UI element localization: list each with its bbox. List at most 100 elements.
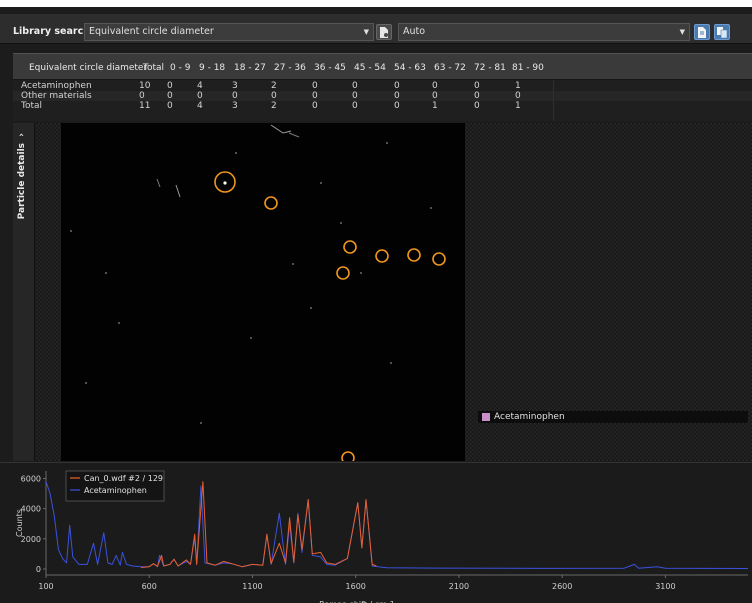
column-header[interactable]: 72 - 81 bbox=[474, 63, 506, 73]
results-table: Equivalent circle diameter Total 0 - 9 9… bbox=[13, 53, 752, 121]
cell: 1 bbox=[515, 101, 521, 111]
export-button[interactable] bbox=[694, 24, 710, 40]
metric-select[interactable]: Equivalent circle diameter ▼ bbox=[84, 23, 374, 41]
cell: 0 bbox=[271, 91, 277, 101]
column-header[interactable]: 45 - 54 bbox=[354, 63, 386, 73]
cell: 2 bbox=[271, 101, 277, 111]
legend-swatch bbox=[482, 413, 490, 421]
column-header[interactable]: 27 - 36 bbox=[274, 63, 306, 73]
particle-marker bbox=[375, 249, 389, 263]
document-settings-icon bbox=[380, 26, 388, 38]
column-header[interactable]: 9 - 18 bbox=[199, 63, 225, 73]
cell: 0 bbox=[139, 91, 145, 101]
chevron-right-icon: › bbox=[17, 133, 27, 140]
x-tick-label: 2600 bbox=[552, 582, 572, 591]
cell: 0 bbox=[312, 81, 318, 91]
column-header[interactable]: 81 - 90 bbox=[512, 63, 544, 73]
column-header[interactable]: Equivalent circle diameter bbox=[29, 63, 147, 73]
copy-button[interactable] bbox=[714, 24, 730, 40]
legend-item[interactable]: Acetaminophen bbox=[478, 411, 748, 423]
table-row[interactable]: Other materials 0 0 0 0 0 0 0 0 0 0 0 bbox=[13, 91, 752, 101]
cell: 10 bbox=[139, 81, 151, 91]
cell: 0 bbox=[394, 101, 400, 111]
export-document-icon bbox=[698, 26, 706, 38]
cell: 0 bbox=[312, 101, 318, 111]
column-header[interactable]: 63 - 72 bbox=[434, 63, 466, 73]
particle-details-toggle: Particle details › bbox=[17, 133, 27, 219]
column-header[interactable]: Total bbox=[143, 63, 164, 73]
cell: 0 bbox=[515, 91, 521, 101]
cell: 0 bbox=[167, 81, 173, 91]
toolbar: Library search Equivalent circle diamete… bbox=[0, 14, 752, 44]
particle-details-label: Particle details bbox=[17, 142, 27, 220]
cell: 4 bbox=[197, 101, 203, 111]
metric-select-value: Equivalent circle diameter bbox=[89, 26, 214, 37]
cell: 11 bbox=[139, 101, 151, 111]
x-tick-label: 100 bbox=[38, 582, 53, 591]
chevron-down-icon: ▼ bbox=[679, 28, 685, 36]
row-label: Total bbox=[21, 101, 43, 111]
cell: 0 bbox=[167, 101, 173, 111]
particle-details-panel[interactable]: Particle details › bbox=[13, 123, 35, 461]
particle-marker bbox=[432, 252, 446, 266]
series-line bbox=[140, 481, 377, 568]
row-label: Acetaminophen bbox=[21, 81, 92, 91]
table-header: Equivalent circle diameter Total 0 - 9 9… bbox=[13, 53, 752, 80]
table-row[interactable]: Total 11 0 4 3 2 0 0 0 1 0 1 bbox=[13, 101, 752, 111]
x-tick-label: 2100 bbox=[449, 582, 469, 591]
copy-document-icon bbox=[716, 26, 727, 38]
legend-series-label: Acetaminophen bbox=[84, 486, 147, 495]
cell: 1 bbox=[515, 81, 521, 91]
cell: 0 bbox=[312, 91, 318, 101]
particle-marker bbox=[343, 240, 357, 254]
cell: 1 bbox=[432, 101, 438, 111]
spectrum-svg: 100600110016002100260031000200040006000R… bbox=[15, 470, 749, 603]
legend-series-label: Can_0.wdf #2 / 129 bbox=[84, 474, 163, 483]
table-row[interactable]: Acetaminophen 10 0 4 3 2 0 0 0 0 0 1 bbox=[13, 81, 752, 91]
cell: 0 bbox=[432, 81, 438, 91]
cell: 0 bbox=[167, 91, 173, 101]
column-header[interactable]: 54 - 63 bbox=[394, 63, 426, 73]
cell: 0 bbox=[432, 91, 438, 101]
cell: 0 bbox=[197, 91, 203, 101]
cell: 3 bbox=[232, 81, 238, 91]
row-label: Other materials bbox=[21, 91, 92, 101]
x-tick-label: 600 bbox=[142, 582, 157, 591]
particle-overlay bbox=[70, 124, 446, 465]
debris-specks bbox=[70, 124, 432, 424]
library-settings-button[interactable] bbox=[376, 24, 392, 40]
cell: 2 bbox=[271, 81, 277, 91]
legend-label: Acetaminophen bbox=[494, 412, 565, 422]
cell: 0 bbox=[474, 101, 480, 111]
x-tick-label: 1600 bbox=[346, 582, 366, 591]
column-header[interactable]: 36 - 45 bbox=[314, 63, 346, 73]
particle-marker bbox=[336, 266, 350, 280]
cell: 0 bbox=[352, 81, 358, 91]
particle-marker bbox=[264, 196, 278, 210]
y-tick-label: 0 bbox=[36, 565, 41, 574]
cell: 4 bbox=[197, 81, 203, 91]
chevron-down-icon: ▼ bbox=[363, 28, 369, 36]
mode-select-value: Auto bbox=[403, 26, 426, 37]
cell: 3 bbox=[232, 101, 238, 111]
app-window: Library search Equivalent circle diamete… bbox=[0, 0, 752, 603]
cell: 0 bbox=[394, 81, 400, 91]
cell: 0 bbox=[474, 81, 480, 91]
x-tick-label: 1100 bbox=[242, 582, 262, 591]
cell: 0 bbox=[352, 91, 358, 101]
cell: 0 bbox=[394, 91, 400, 101]
particle-marker bbox=[407, 248, 421, 262]
particle-image[interactable] bbox=[61, 123, 465, 465]
y-axis-label: Counts bbox=[15, 509, 24, 537]
library-search-label: Library search bbox=[13, 26, 90, 37]
column-header[interactable]: 18 - 27 bbox=[234, 63, 266, 73]
particle-marker bbox=[341, 451, 355, 465]
mode-select[interactable]: Auto ▼ bbox=[398, 23, 690, 41]
column-divider bbox=[553, 80, 554, 121]
column-header[interactable]: 0 - 9 bbox=[170, 63, 190, 73]
spectrum-chart[interactable]: 100600110016002100260031000200040006000R… bbox=[0, 462, 752, 603]
cell: 0 bbox=[352, 101, 358, 111]
x-tick-label: 3100 bbox=[655, 582, 675, 591]
cell: 0 bbox=[232, 91, 238, 101]
cell: 0 bbox=[474, 91, 480, 101]
